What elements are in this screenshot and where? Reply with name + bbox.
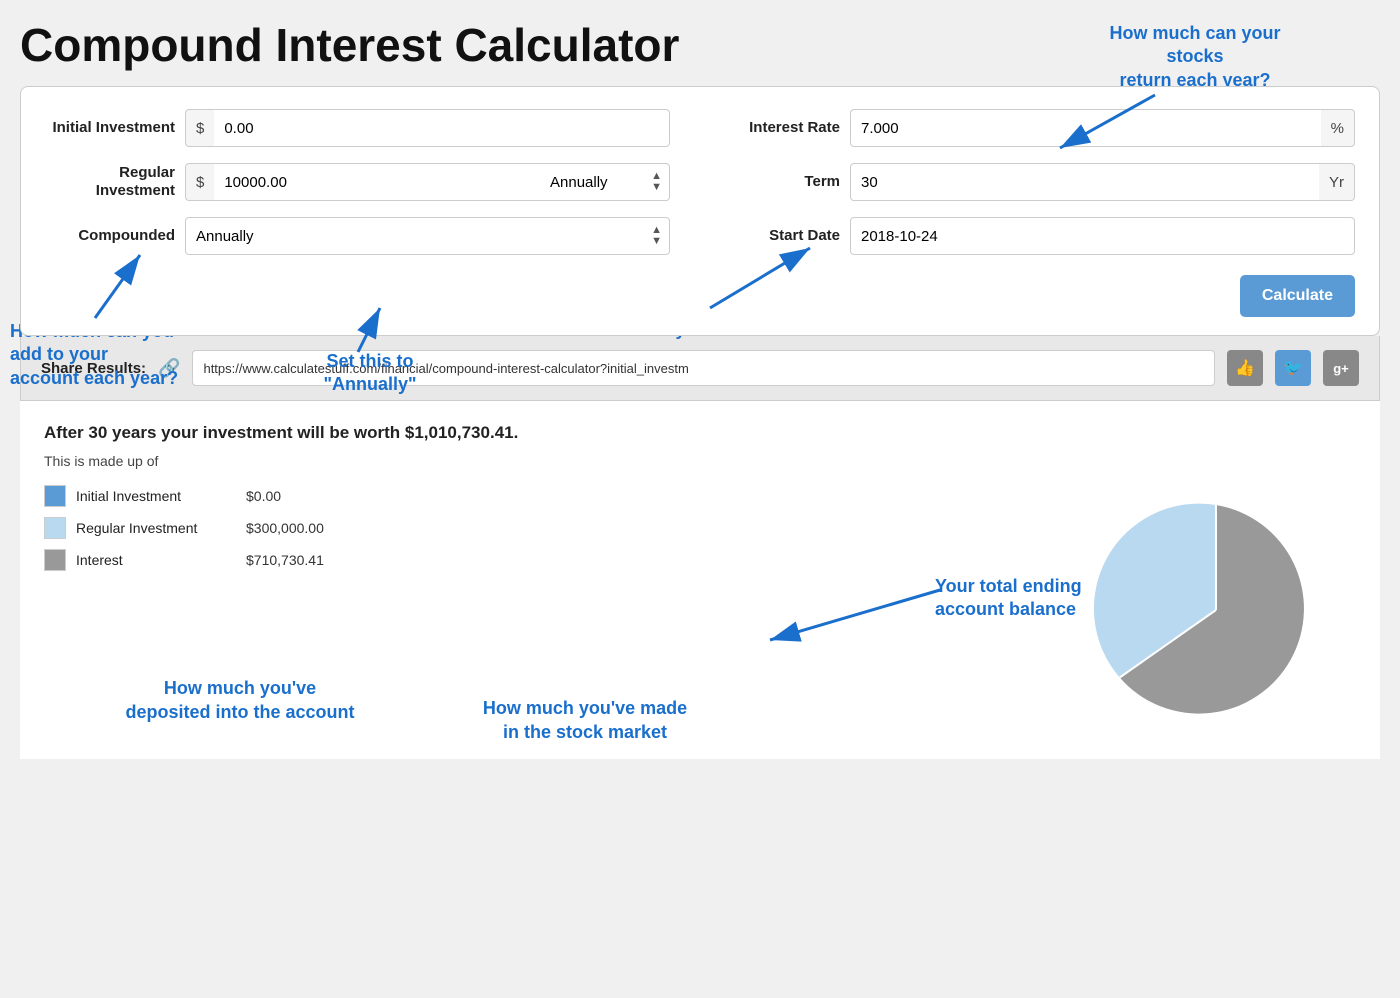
interest-rate-label: Interest Rate bbox=[730, 119, 840, 137]
regular-investment-input[interactable] bbox=[214, 163, 540, 201]
term-input-group: Yr bbox=[850, 163, 1355, 201]
start-date-label: Start Date bbox=[730, 227, 840, 245]
right-inputs: Interest Rate % Term Yr Start bbox=[730, 109, 1355, 317]
compounded-row: Compounded Daily Weekly Fortnightly Mont… bbox=[45, 217, 670, 255]
results-subtitle: This is made up of bbox=[44, 453, 1356, 469]
calculate-button[interactable]: Calculate bbox=[1240, 275, 1355, 317]
like-button[interactable]: 👍 bbox=[1227, 350, 1263, 386]
twitter-button[interactable]: 🐦 bbox=[1275, 350, 1311, 386]
term-row: Term Yr bbox=[730, 163, 1355, 201]
term-suffix: Yr bbox=[1319, 163, 1355, 201]
left-inputs: Initial Investment $ RegularInvestment $ bbox=[45, 109, 670, 317]
results-legend: Initial Investment $0.00 Regular Investm… bbox=[44, 485, 1046, 581]
legend-label-initial: Initial Investment bbox=[76, 488, 236, 504]
legend-color-regular bbox=[44, 517, 66, 539]
legend-label-interest: Interest bbox=[76, 552, 236, 568]
regular-investment-frequency-wrapper: Daily Weekly Fortnightly Monthly Quarter… bbox=[540, 163, 670, 201]
legend-item-interest: Interest $710,730.41 bbox=[44, 549, 1046, 571]
initial-investment-row: Initial Investment $ bbox=[45, 109, 670, 147]
legend-label-regular: Regular Investment bbox=[76, 520, 236, 536]
initial-investment-prefix: $ bbox=[185, 109, 214, 147]
legend-item-regular: Regular Investment $300,000.00 bbox=[44, 517, 1046, 539]
compounded-select-wrapper: Daily Weekly Fortnightly Monthly Quarter… bbox=[185, 217, 670, 255]
interest-rate-suffix: % bbox=[1321, 109, 1355, 147]
initial-investment-input[interactable] bbox=[214, 109, 670, 147]
calculator-card: Initial Investment $ RegularInvestment $ bbox=[20, 86, 1380, 336]
regular-investment-label: RegularInvestment bbox=[45, 164, 175, 200]
legend-color-initial bbox=[44, 485, 66, 507]
compounded-select[interactable]: Daily Weekly Fortnightly Monthly Quarter… bbox=[185, 217, 670, 255]
start-date-input[interactable] bbox=[850, 217, 1355, 255]
annotation-stocks-return: How much can your stocksreturn each year… bbox=[1080, 22, 1310, 92]
annotation-set-annually: Set this to"Annually" bbox=[280, 350, 460, 397]
interest-rate-row: Interest Rate % bbox=[730, 109, 1355, 147]
compounded-input-group: Daily Weekly Fortnightly Monthly Quarter… bbox=[185, 217, 670, 255]
legend-color-interest bbox=[44, 549, 66, 571]
share-bar: Share Results: 🔗 👍 🐦 g+ bbox=[20, 336, 1380, 401]
legend-value-regular: $300,000.00 bbox=[246, 520, 324, 536]
interest-rate-input-group: % bbox=[850, 109, 1355, 147]
gplus-button[interactable]: g+ bbox=[1323, 350, 1359, 386]
legend-value-interest: $710,730.41 bbox=[246, 552, 324, 568]
regular-investment-frequency-select[interactable]: Daily Weekly Fortnightly Monthly Quarter… bbox=[540, 163, 670, 201]
compounded-label: Compounded bbox=[45, 227, 175, 245]
regular-investment-prefix: $ bbox=[185, 163, 214, 201]
start-date-row: Start Date bbox=[730, 217, 1355, 255]
annotation-total-balance: Your total endingaccount balance bbox=[935, 575, 1150, 622]
annotation-deposited: How much you'vedeposited into the accoun… bbox=[120, 677, 360, 724]
regular-investment-input-group: $ Daily Weekly Fortnightly Monthly Quart… bbox=[185, 163, 670, 201]
calculate-btn-row: Calculate bbox=[730, 275, 1355, 317]
start-date-input-group bbox=[850, 217, 1355, 255]
regular-investment-row: RegularInvestment $ Daily Weekly Fortnig… bbox=[45, 163, 670, 201]
term-input[interactable] bbox=[850, 163, 1319, 201]
results-main-text: After 30 years your investment will be w… bbox=[44, 423, 1356, 443]
term-label: Term bbox=[730, 173, 840, 191]
annotation-stock-market: How much you've madein the stock market bbox=[470, 697, 700, 744]
initial-investment-label: Initial Investment bbox=[45, 119, 175, 137]
interest-rate-input[interactable] bbox=[850, 109, 1321, 147]
legend-item-initial: Initial Investment $0.00 bbox=[44, 485, 1046, 507]
initial-investment-input-group: $ bbox=[185, 109, 670, 147]
legend-value-initial: $0.00 bbox=[246, 488, 281, 504]
